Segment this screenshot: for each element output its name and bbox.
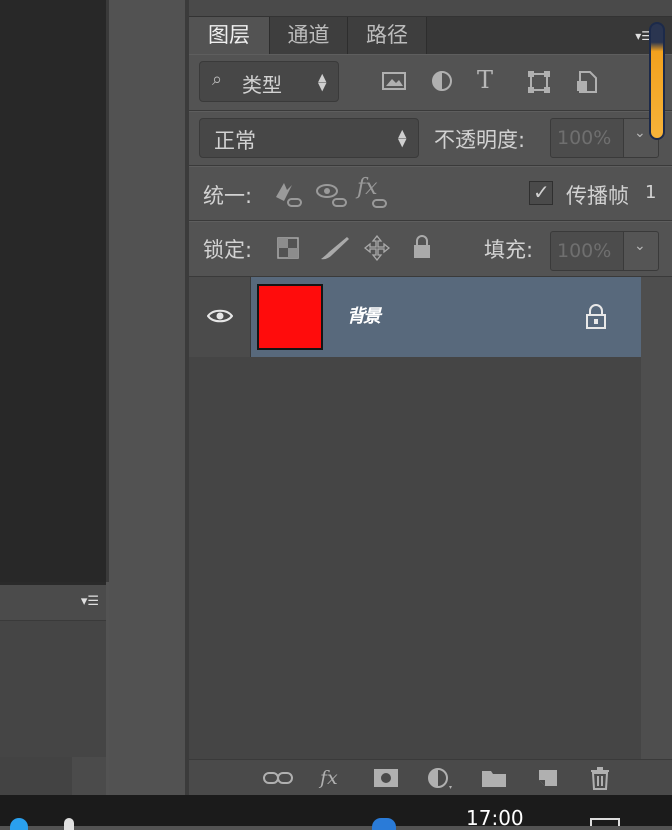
scroll-slider[interactable] bbox=[649, 22, 665, 140]
document-canvas-area bbox=[0, 0, 106, 582]
layer-name[interactable]: 背景 bbox=[347, 302, 381, 328]
tab-layers[interactable]: 图层 bbox=[189, 17, 270, 54]
propagate-frame-label: 传播帧 bbox=[566, 184, 629, 208]
stepper-icon: ▲ ▼ bbox=[318, 71, 327, 93]
fill-label: 填充: bbox=[484, 238, 534, 262]
new-layer-icon[interactable] bbox=[536, 767, 560, 789]
chevron-down-icon: ⌄ bbox=[634, 238, 646, 254]
propagate-frame-checkbox[interactable]: ✓ bbox=[529, 180, 553, 205]
layers-scrollbar[interactable] bbox=[641, 277, 672, 759]
left-subpanel-footer bbox=[0, 757, 106, 795]
left-subpanel-header: ▾☰ bbox=[0, 585, 106, 621]
opacity-input[interactable]: 100% bbox=[550, 118, 624, 158]
filter-type-select[interactable]: ⌕ 类型 ▲ ▼ bbox=[199, 61, 339, 102]
eye-icon bbox=[207, 309, 233, 323]
fill-input[interactable]: 100% bbox=[550, 231, 624, 271]
adjustment-layer-icon[interactable] bbox=[427, 767, 455, 791]
shape-filter-icon[interactable] bbox=[527, 70, 551, 94]
layers-bottom-toolbar: fx bbox=[189, 759, 672, 796]
lock-label: 锁定: bbox=[203, 238, 253, 262]
trash-icon[interactable] bbox=[589, 766, 611, 790]
adjustment-filter-icon[interactable] bbox=[431, 70, 453, 92]
mask-icon[interactable] bbox=[373, 768, 399, 788]
lock-image-pixels-icon[interactable] bbox=[319, 234, 351, 262]
panel-top-strip bbox=[189, 0, 672, 17]
opacity-label: 不透明度: bbox=[434, 128, 526, 152]
unify-position-icon[interactable] bbox=[272, 179, 304, 209]
link-layers-icon[interactable] bbox=[263, 770, 293, 786]
group-folder-icon[interactable] bbox=[481, 768, 507, 788]
lock-transparent-pixels-icon[interactable] bbox=[277, 237, 299, 259]
filter-row: ⌕ 类型 ▲ ▼ T bbox=[189, 54, 672, 111]
unify-row: 统一: fx ✓ 传播帧 1 bbox=[189, 166, 672, 221]
text-filter-icon[interactable]: T bbox=[477, 66, 493, 94]
filter-type-label: 类型 bbox=[242, 73, 282, 97]
fx-icon[interactable]: fx bbox=[320, 765, 338, 791]
layer-lock-icon bbox=[586, 304, 606, 329]
unify-style-icon[interactable]: fx bbox=[357, 175, 378, 200]
link-icon bbox=[372, 199, 387, 208]
layer-visibility-toggle[interactable] bbox=[189, 277, 251, 357]
layer-thumbnail[interactable] bbox=[257, 284, 323, 350]
fill-dropdown-button[interactable]: ⌄ bbox=[623, 231, 659, 271]
checkmark-icon: ✓ bbox=[533, 180, 550, 204]
blend-row: 正常 ▲ ▼ 不透明度: 100% ⌄ bbox=[189, 111, 672, 166]
lock-row: 锁定: 填充: 100% ⌄ bbox=[189, 221, 672, 277]
smart-object-filter-icon[interactable] bbox=[575, 69, 599, 95]
tab-channels[interactable]: 通道 bbox=[270, 17, 348, 54]
blend-mode-value: 正常 bbox=[214, 129, 256, 153]
taskbar-app-icon[interactable] bbox=[372, 818, 396, 830]
panel-dock-column bbox=[109, 0, 185, 795]
notification-icon[interactable] bbox=[590, 818, 620, 826]
lock-all-icon[interactable] bbox=[412, 234, 432, 260]
panel-tabs: 图层 通道 路径 ▾☰ bbox=[189, 17, 672, 54]
search-icon: ⌕ bbox=[212, 69, 223, 90]
taskbar bbox=[0, 795, 672, 826]
tab-paths[interactable]: 路径 bbox=[348, 17, 427, 54]
chevron-down-icon: ⌄ bbox=[634, 125, 646, 141]
lock-position-icon[interactable] bbox=[364, 235, 390, 261]
unify-visibility-icon[interactable] bbox=[315, 179, 349, 209]
taskbar-clock: 17:00 bbox=[466, 806, 524, 830]
menu-icon[interactable]: ▾☰ bbox=[81, 594, 99, 609]
unify-label: 统一: bbox=[203, 184, 253, 208]
taskbar-app-icon[interactable] bbox=[64, 818, 74, 830]
taskbar-app-icon[interactable] bbox=[10, 818, 28, 830]
fill-value: 100% bbox=[557, 240, 612, 262]
stepper-icon: ▲ ▼ bbox=[398, 127, 407, 149]
image-filter-icon[interactable] bbox=[381, 70, 407, 92]
opacity-value: 100% bbox=[557, 127, 612, 149]
left-subpanel-body bbox=[0, 621, 106, 761]
frame-number: 1 bbox=[645, 182, 657, 203]
blend-mode-select[interactable]: 正常 ▲ ▼ bbox=[199, 118, 419, 158]
